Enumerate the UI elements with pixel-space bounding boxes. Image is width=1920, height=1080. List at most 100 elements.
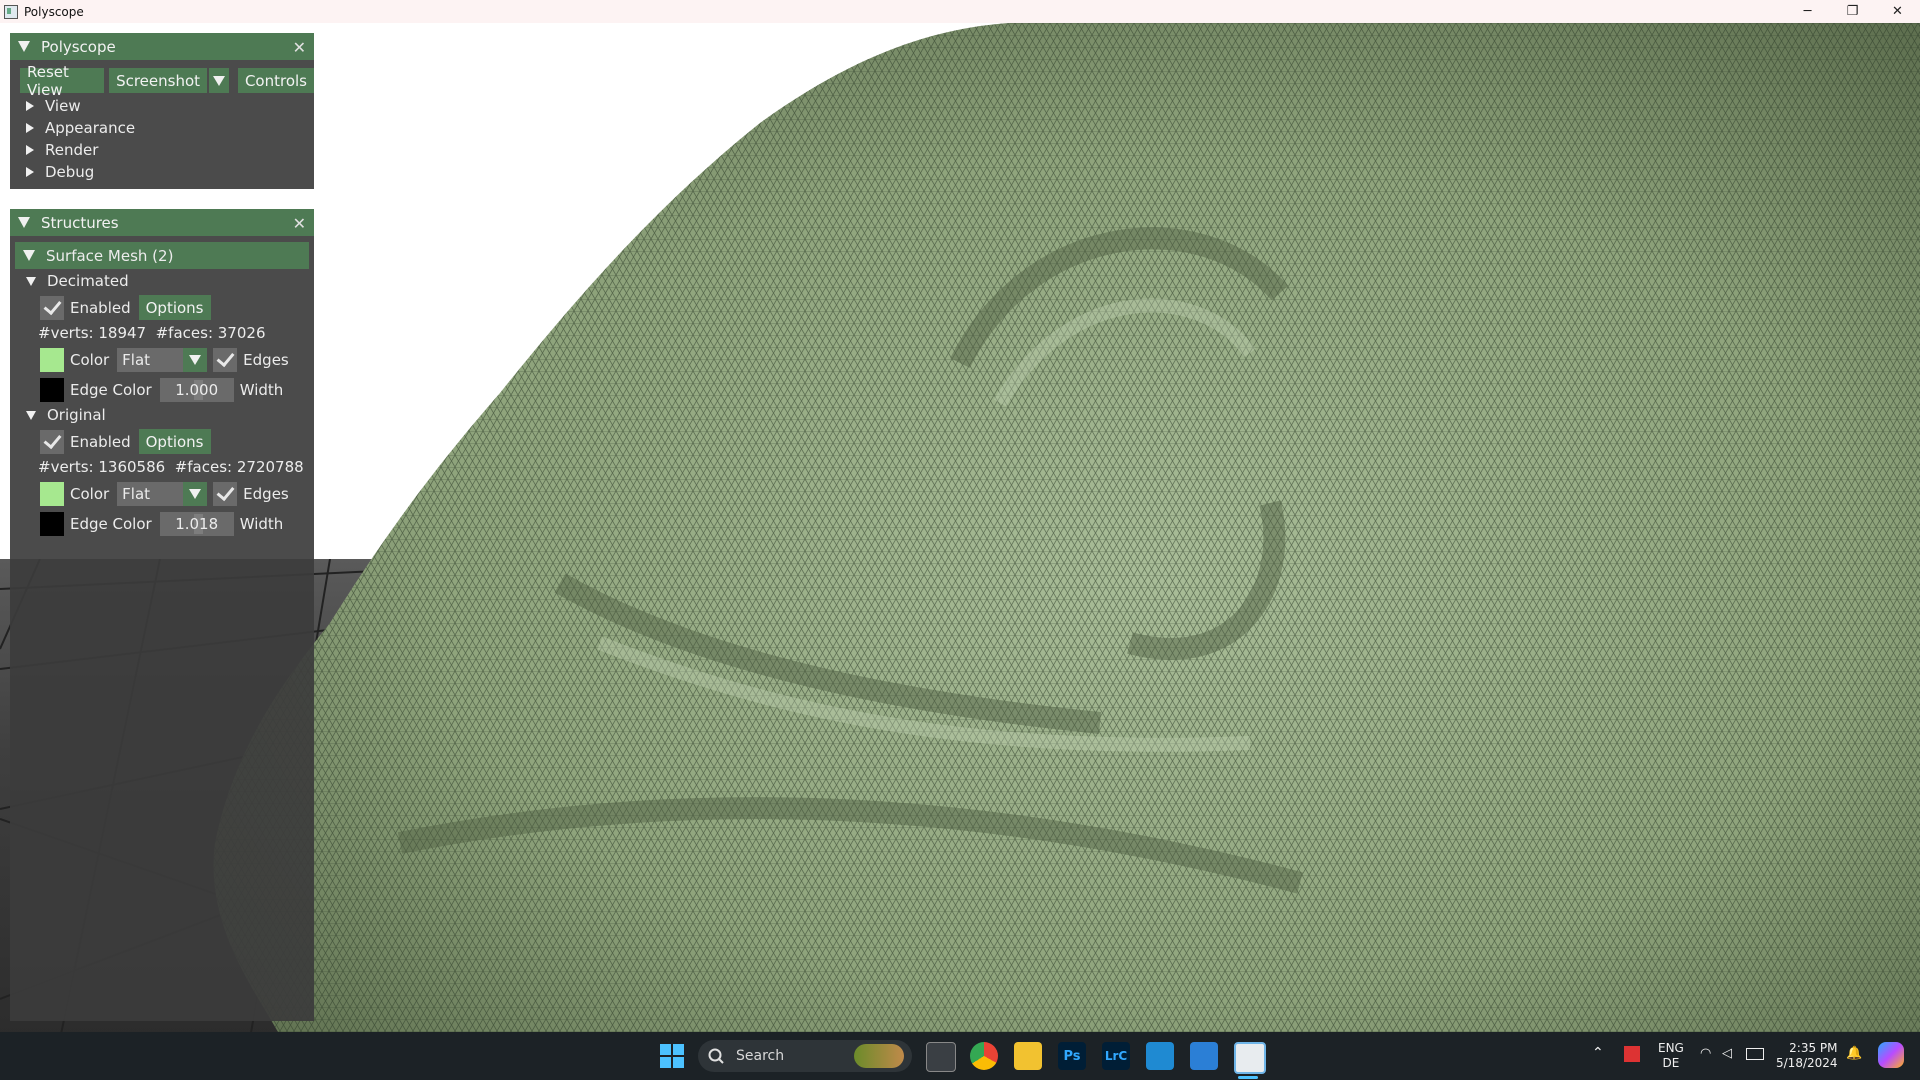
surface-mesh-group-header[interactable]: Surface Mesh (2) — [15, 242, 309, 269]
dropdown-arrow-icon[interactable] — [183, 482, 208, 506]
volume-icon[interactable]: ◁ — [1722, 1046, 1732, 1061]
tree-item-label: View — [45, 97, 81, 115]
expand-arrow-icon — [26, 167, 34, 177]
search-placeholder: Search — [736, 1048, 785, 1064]
keyboard-layout: DE — [1662, 1056, 1680, 1070]
checkmark-icon — [43, 295, 62, 315]
options-button[interactable]: Options — [138, 295, 211, 320]
collapse-arrow-icon[interactable] — [18, 41, 30, 52]
collapse-arrow-icon — [26, 276, 36, 286]
shading-select[interactable]: Flat — [117, 482, 208, 506]
group-label: Surface Mesh (2) — [46, 246, 174, 265]
paint-icon[interactable] — [1190, 1042, 1218, 1070]
windows-start-icon[interactable] — [658, 1042, 686, 1070]
shading-select[interactable]: Flat — [117, 348, 208, 372]
edge-width-value: 1.018 — [175, 515, 219, 533]
screenshot-options-button[interactable] — [209, 68, 230, 93]
edge-color-swatch[interactable] — [40, 378, 64, 402]
windows-logo-icon — [660, 1044, 684, 1068]
mesh-node-original[interactable]: Original — [26, 406, 106, 424]
photoshop-icon[interactable]: Ps — [1058, 1042, 1086, 1070]
polyscope-taskbar-icon[interactable] — [1234, 1042, 1266, 1074]
tree-item-label: Appearance — [45, 119, 136, 137]
close-icon[interactable]: ✕ — [293, 214, 306, 233]
controls-button[interactable]: Controls — [237, 68, 314, 93]
battery-icon[interactable] — [1746, 1048, 1764, 1060]
original-color-row: Color Flat Edges — [40, 482, 289, 506]
active-app-indicator — [1238, 1076, 1258, 1079]
decimated-color-row: Color Flat Edges — [40, 348, 289, 372]
tree-item-view[interactable]: View — [26, 97, 81, 115]
copilot-icon[interactable] — [1878, 1042, 1904, 1068]
vscode-icon[interactable] — [1146, 1042, 1174, 1070]
dropdown-arrow-icon[interactable] — [183, 348, 208, 372]
search-icon — [708, 1048, 724, 1064]
edge-width-slider[interactable]: 1.000 — [159, 378, 234, 402]
checkmark-icon — [43, 429, 62, 449]
lightroom-classic-icon[interactable]: LrC — [1102, 1042, 1130, 1070]
mesh-stats: #verts: 18947 #faces: 37026 — [38, 324, 266, 342]
polyscope-panel-header[interactable]: Polyscope ✕ — [10, 33, 314, 60]
terminal-icon[interactable] — [926, 1042, 956, 1072]
tree-item-debug[interactable]: Debug — [26, 163, 94, 181]
edges-checkbox[interactable] — [213, 348, 238, 372]
wifi-icon[interactable]: ◠ — [1700, 1046, 1711, 1061]
taskbar-search[interactable]: Search — [698, 1040, 912, 1072]
language-indicator[interactable]: ENG DE — [1658, 1041, 1684, 1071]
enabled-checkbox[interactable] — [40, 429, 64, 454]
shading-value: Flat — [122, 485, 151, 503]
structures-panel-header[interactable]: Structures ✕ — [10, 209, 314, 236]
language-code: ENG — [1658, 1041, 1684, 1055]
color-swatch[interactable] — [40, 348, 64, 372]
maximize-button[interactable]: ❐ — [1830, 0, 1875, 23]
screenshot-button[interactable]: Screenshot — [109, 68, 208, 93]
toolbar-row: Reset View Screenshot Controls — [20, 63, 314, 99]
checkmark-icon — [216, 348, 235, 368]
polyscope-panel-title: Polyscope — [41, 37, 116, 56]
expand-arrow-icon — [26, 123, 34, 133]
polyscope-app-icon — [4, 4, 18, 19]
close-window-button[interactable]: ✕ — [1875, 0, 1920, 23]
collapse-arrow-icon — [23, 250, 35, 261]
show-hidden-icons-icon[interactable]: ⌃ — [1592, 1046, 1604, 1061]
edge-width-slider[interactable]: 1.018 — [159, 512, 234, 536]
original-enabled-row: Enabled Options — [40, 429, 211, 454]
original-stats: #verts: 1360586 #faces: 2720788 — [38, 458, 304, 476]
edges-label: Edges — [243, 485, 289, 503]
clock[interactable]: 2:35 PM 5/18/2024 — [1776, 1041, 1838, 1071]
chrome-icon[interactable] — [970, 1042, 998, 1070]
file-explorer-icon[interactable] — [1014, 1042, 1042, 1070]
edge-color-label: Edge Color — [70, 381, 152, 399]
window-title-bar: Polyscope ─ ❐ ✕ — [0, 0, 1920, 23]
structures-panel-title: Structures — [41, 213, 119, 232]
width-label: Width — [239, 381, 284, 399]
notifications-icon[interactable]: 🔔 — [1846, 1046, 1862, 1061]
close-icon[interactable]: ✕ — [293, 38, 306, 57]
tray-app-icon[interactable] — [1624, 1046, 1640, 1062]
collapse-arrow-icon[interactable] — [18, 217, 30, 228]
tree-item-appearance[interactable]: Appearance — [26, 119, 135, 137]
enabled-checkbox[interactable] — [40, 295, 64, 320]
mesh-node-decimated[interactable]: Decimated — [26, 272, 129, 290]
original-edge-row: Edge Color 1.018 Width — [40, 512, 283, 536]
options-button[interactable]: Options — [138, 429, 211, 454]
mesh-name: Decimated — [47, 272, 129, 290]
edges-checkbox[interactable] — [213, 482, 238, 506]
chevron-down-icon — [213, 75, 226, 86]
decimated-stats: #verts: 18947 #faces: 37026 — [38, 324, 265, 342]
enabled-label: Enabled — [70, 298, 131, 317]
reset-view-button[interactable]: Reset View — [20, 63, 104, 99]
edge-color-label: Edge Color — [70, 515, 152, 533]
color-swatch[interactable] — [40, 482, 64, 506]
edge-color-swatch[interactable] — [40, 512, 64, 536]
expand-arrow-icon — [26, 145, 34, 155]
tree-item-label: Debug — [45, 163, 95, 181]
tree-item-render[interactable]: Render — [26, 141, 98, 159]
widgets-icon[interactable] — [854, 1044, 904, 1068]
shading-value: Flat — [122, 351, 151, 369]
polyscope-panel: Polyscope ✕ Reset View Screenshot Contro… — [10, 33, 314, 189]
checkmark-icon — [216, 482, 235, 502]
width-label: Width — [239, 515, 284, 533]
minimize-button[interactable]: ─ — [1785, 0, 1830, 23]
decimated-enabled-row: Enabled Options — [40, 295, 211, 320]
